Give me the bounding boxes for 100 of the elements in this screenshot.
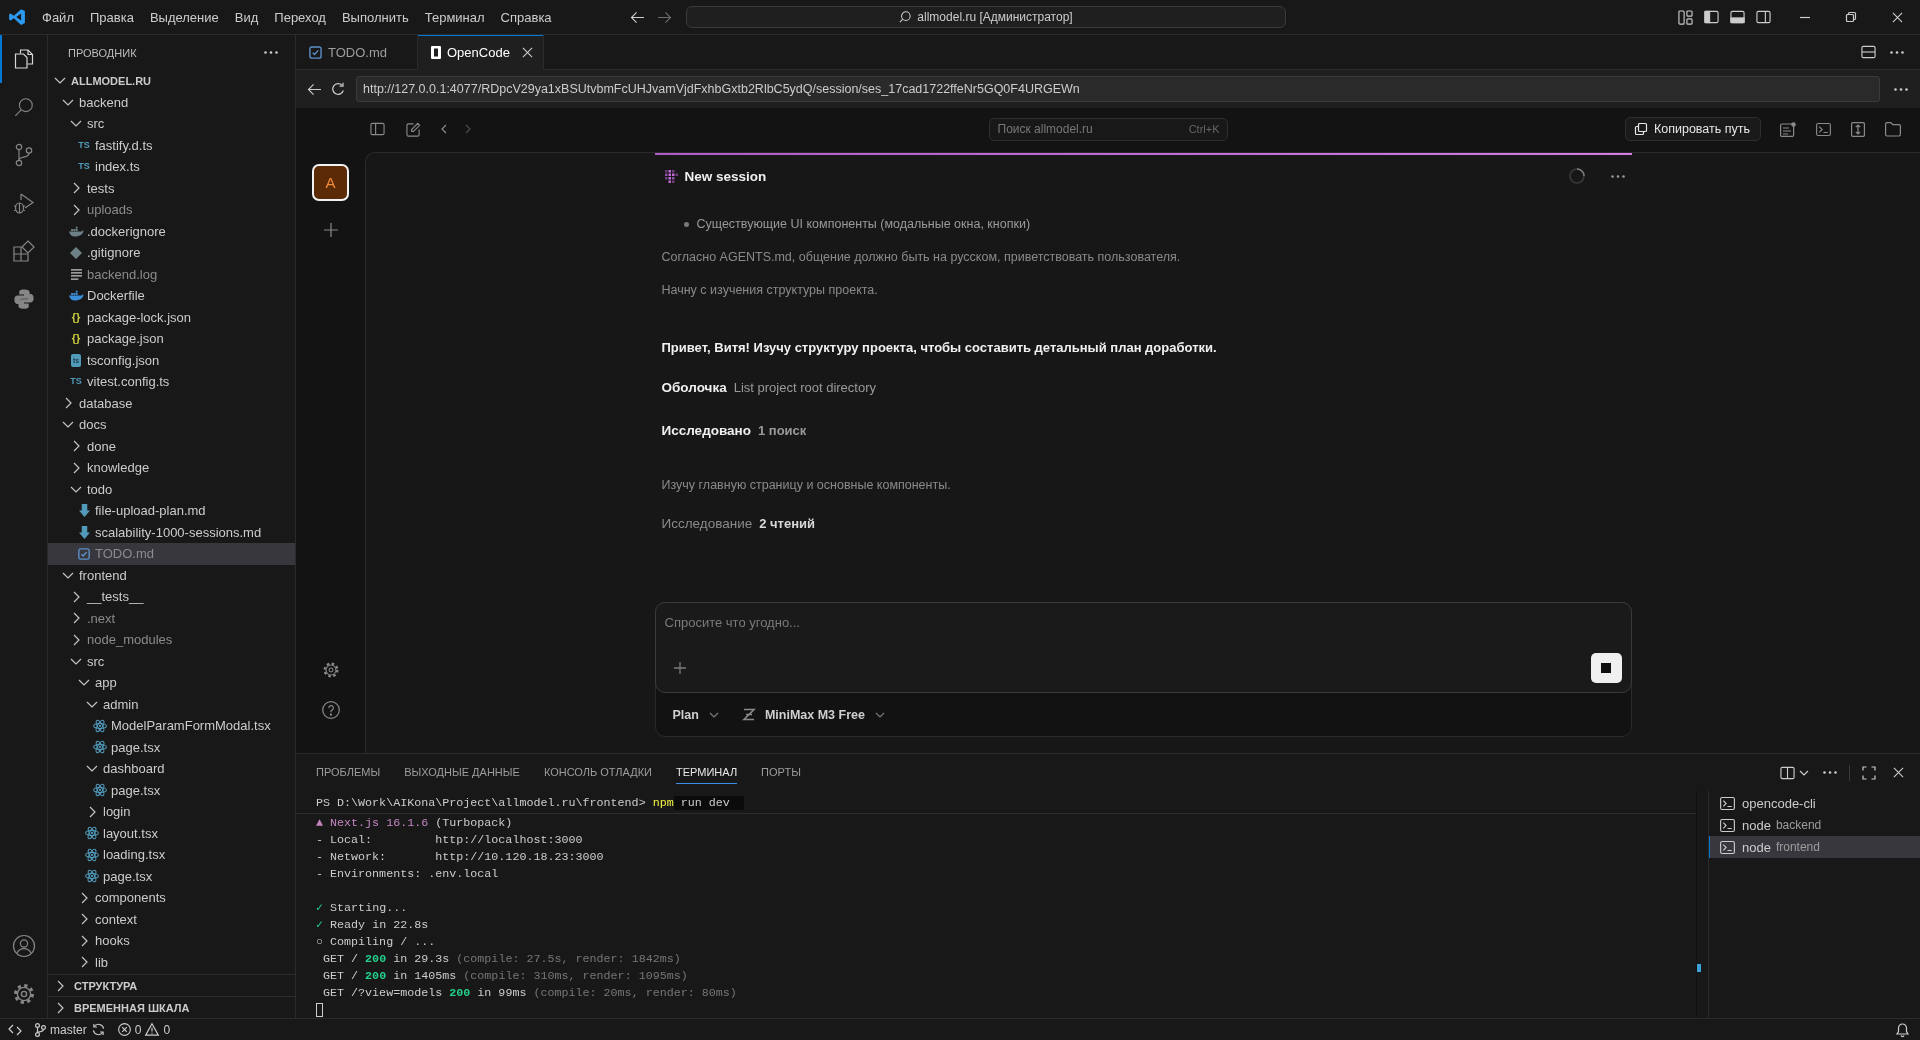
back-arrow-icon[interactable] [630, 10, 645, 24]
branch-button[interactable]: master [30, 1018, 92, 1040]
folder-item[interactable]: app [48, 672, 295, 694]
sidebar-right-icon[interactable] [1755, 10, 1771, 24]
restore-icon[interactable] [1846, 12, 1856, 22]
folder-icon[interactable] [1885, 122, 1901, 136]
file-item[interactable]: loading.tsx [48, 844, 295, 866]
forward-arrow-icon[interactable] [657, 10, 672, 24]
chevron-left-icon[interactable] [441, 124, 447, 134]
workspace-item[interactable]: ALLMODEL.RU [48, 70, 295, 92]
model-dropdown[interactable]: MiniMax M3 Free [742, 707, 885, 722]
close-icon[interactable] [1891, 11, 1903, 23]
file-item[interactable]: file-upload-plan.md [48, 500, 295, 522]
menu-item[interactable]: Файл [34, 5, 82, 29]
folder-item[interactable]: src [48, 113, 295, 135]
editor-tab[interactable]: OpenCode [418, 35, 544, 70]
pencil-square-icon[interactable] [406, 121, 421, 137]
back-arrow-icon[interactable] [307, 82, 322, 96]
sidebar-left-icon[interactable] [1703, 10, 1719, 24]
panel-tab[interactable]: ПОРТЫ [761, 761, 801, 784]
more-icon[interactable] [1894, 87, 1908, 91]
folder-item[interactable]: src [48, 650, 295, 672]
split-editor-icon[interactable] [1861, 45, 1876, 59]
menu-item[interactable]: Вид [226, 5, 267, 29]
chevron-down-icon[interactable] [1799, 769, 1809, 776]
layout-grid-icon[interactable] [1677, 9, 1693, 25]
vertical-arrows-icon[interactable] [1851, 121, 1865, 137]
close-icon[interactable] [521, 47, 533, 58]
split-terminal-icon[interactable] [1780, 765, 1795, 780]
panel-bottom-icon[interactable] [1729, 10, 1745, 24]
folder-item[interactable]: knowledge [48, 457, 295, 479]
file-item[interactable]: {} package-lock.json [48, 306, 295, 328]
file-item[interactable]: TS fastify.d.ts [48, 134, 295, 156]
terminal-session[interactable]: opencode-cli [1709, 792, 1920, 814]
more-icon[interactable] [264, 51, 278, 54]
folder-item[interactable]: todo [48, 478, 295, 500]
folder-item[interactable]: .next [48, 607, 295, 629]
more-icon[interactable] [1890, 50, 1904, 54]
url-field[interactable]: http://127.0.0.1:4077/RDpcV29ya1xBSUtvbmFcUHJvamVjdFxhbGxtb2RlbC5ydQ/session/ses_17cad1722ffeNr5GQ0F4URGEWn [356, 76, 1880, 102]
plus-icon[interactable] [323, 223, 338, 237]
folder-item[interactable]: docs [48, 414, 295, 436]
folder-item[interactable]: backend [48, 91, 295, 113]
sidebar-toggle-icon[interactable] [370, 122, 385, 136]
folder-item[interactable]: tests [48, 177, 295, 199]
section-header[interactable]: СТРУКТУРА [48, 974, 295, 996]
file-item[interactable]: {} package.json [48, 328, 295, 350]
command-center[interactable]: allmodel.ru [Администратор] [686, 6, 1286, 28]
menu-item[interactable]: Терминал [416, 5, 493, 29]
folder-item[interactable]: done [48, 435, 295, 457]
close-icon[interactable] [1893, 767, 1904, 778]
project-avatar[interactable]: A [312, 164, 349, 201]
terminal-session[interactable]: node backend [1709, 814, 1920, 836]
folder-item[interactable]: components [48, 887, 295, 909]
menu-item[interactable]: Правка [81, 5, 142, 29]
file-item[interactable]: TS vitest.config.ts [48, 371, 295, 393]
prompt-input[interactable]: Спросите что угодно... [664, 615, 1622, 636]
more-icon[interactable] [1610, 174, 1625, 178]
file-item[interactable]: ModelParamFormModal.tsx [48, 715, 295, 737]
angle-brackets-icon[interactable] [8, 1023, 22, 1036]
menu-item[interactable]: Справка [492, 5, 560, 29]
stop-button[interactable] [1590, 653, 1622, 683]
folder-item[interactable]: uploads [48, 199, 295, 221]
panel-tab[interactable]: ТЕРМИНАЛ [676, 761, 738, 784]
file-item[interactable]: layout.tsx [48, 822, 295, 844]
folder-item[interactable]: node_modules [48, 629, 295, 651]
menu-item[interactable]: Переход [266, 5, 334, 29]
panel-tab[interactable]: ПРОБЛЕМЫ [316, 761, 381, 784]
file-item[interactable]: page.tsx [48, 865, 295, 887]
file-item[interactable]: .gitignore [48, 242, 295, 264]
folder-item[interactable]: dashboard [48, 758, 295, 780]
file-item[interactable]: backend.log [48, 263, 295, 285]
maximize-icon[interactable] [1862, 765, 1876, 780]
terminal-icon[interactable] [1816, 122, 1831, 136]
folder-item[interactable]: login [48, 801, 295, 823]
minimize-icon[interactable] [1800, 16, 1810, 18]
copy-path-button[interactable]: Копировать путь [1624, 117, 1761, 141]
bell-icon[interactable] [1896, 1022, 1909, 1037]
folder-item[interactable]: lib [48, 951, 295, 973]
file-item[interactable]: page.tsx [48, 736, 295, 758]
folder-item[interactable]: __tests__ [48, 586, 295, 608]
panel-tab[interactable]: ВЫХОДНЫЕ ДАННЫЕ [404, 761, 520, 784]
more-icon[interactable] [1823, 771, 1837, 774]
menu-item[interactable]: Выполнить [333, 5, 417, 29]
folder-item[interactable]: hooks [48, 930, 295, 952]
folder-item[interactable]: database [48, 392, 295, 414]
settings-icon[interactable] [321, 661, 340, 679]
menu-item[interactable]: Выделение [141, 5, 227, 29]
plus-icon[interactable] [673, 662, 686, 674]
file-item[interactable]: page.tsx [48, 779, 295, 801]
folder-item[interactable]: admin [48, 693, 295, 715]
file-item[interactable]: .dockerignore [48, 220, 295, 242]
panel-tab[interactable]: КОНСОЛЬ ОТЛАДКИ [543, 761, 652, 784]
reload-icon[interactable] [331, 82, 345, 96]
file-item[interactable]: scalability-1000-sessions.md [48, 521, 295, 543]
mode-dropdown[interactable]: Plan [672, 707, 719, 722]
sync-icon[interactable] [91, 1023, 105, 1036]
terminal-session[interactable]: node frontend [1709, 836, 1920, 858]
file-item[interactable]: TS index.ts [48, 156, 295, 178]
help-icon[interactable] [321, 701, 340, 719]
folder-item[interactable]: context [48, 908, 295, 930]
